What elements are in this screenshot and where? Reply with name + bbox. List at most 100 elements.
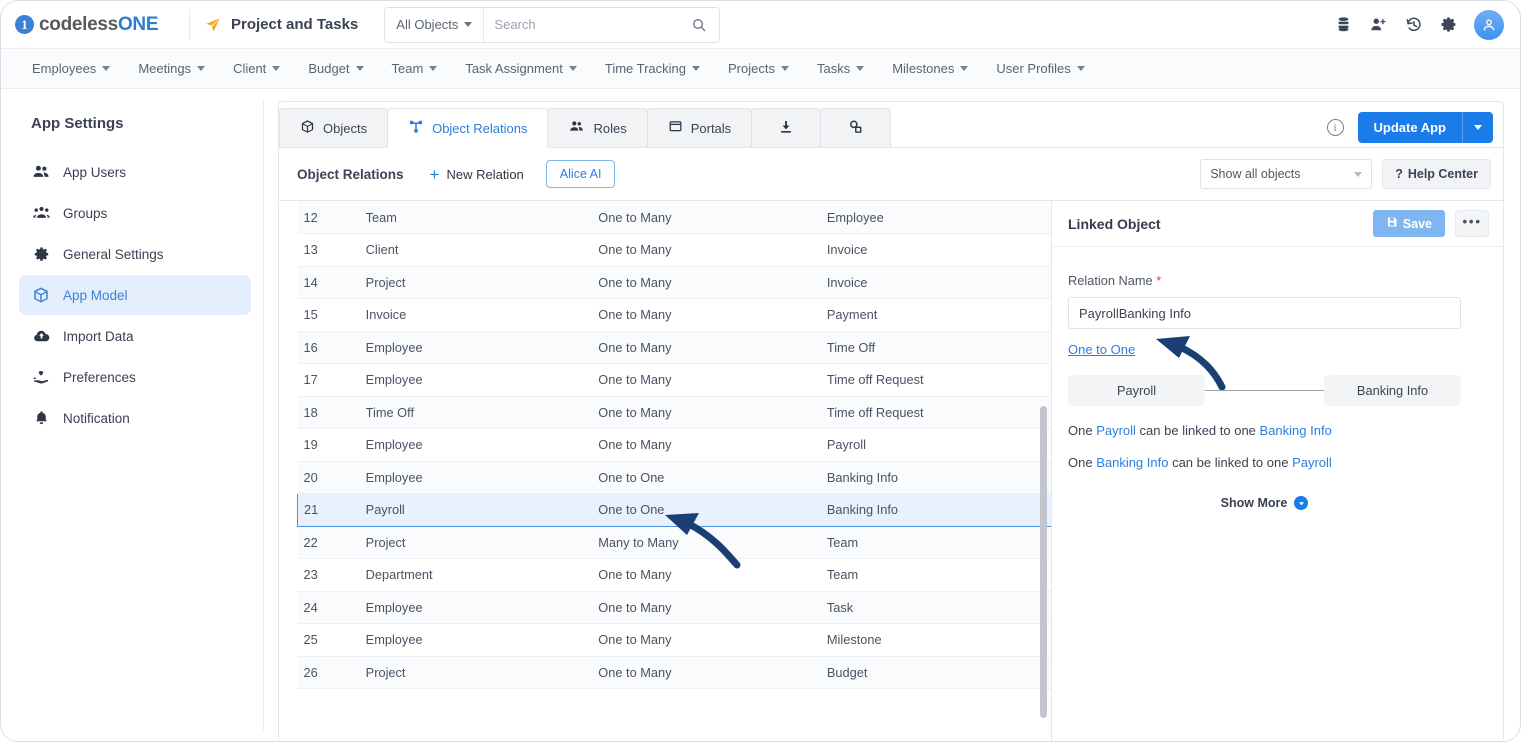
menu-item-user-profiles[interactable]: User Profiles [983,49,1097,89]
relation-type-cell[interactable]: One to Many [592,623,821,657]
diagram-right-box[interactable]: Banking Info [1324,375,1461,406]
diagram-left-box[interactable]: Payroll [1068,375,1205,406]
new-relation-button[interactable]: + New Relation [430,166,524,183]
search-scope-label: All Objects [396,17,459,32]
table-row[interactable]: 18 Time Off One to Many Time off Request [297,396,1051,429]
menu-item-tasks[interactable]: Tasks [804,49,877,89]
table-row[interactable]: 14 Project One to Many Invoice [297,266,1051,299]
sidebar-item-general-settings[interactable]: General Settings [19,234,251,274]
table-row[interactable]: 13 Client One to Many Invoice [297,233,1051,267]
relation-type-cell[interactable]: One to Many [592,298,821,332]
database-icon[interactable] [1335,16,1352,33]
table-row[interactable]: 24 Employee One to Many Task [297,591,1051,624]
app-title[interactable]: Project and Tasks [204,16,358,34]
table-row[interactable]: 15 Invoice One to Many Payment [297,298,1051,332]
chevron-down-icon [856,66,865,71]
relation-type-cell[interactable]: One to Many [592,396,821,429]
sentence-entity-b: Payroll [1292,455,1332,470]
relation-from-cell: Project [359,266,593,299]
menu-item-budget[interactable]: Budget [295,49,376,89]
search-input[interactable] [484,7,692,42]
tab-object-relations[interactable]: Object Relations [387,108,549,148]
relation-type-cell[interactable]: One to Many [592,331,821,364]
relation-to-cell: Payment [820,298,1051,332]
relation-name-input[interactable] [1068,297,1461,329]
relation-from-cell: Project [359,656,593,689]
search-scope-dropdown[interactable]: All Objects [385,7,485,42]
relation-type-cell[interactable]: One to Many [592,591,821,624]
relation-to-cell: Milestone [820,623,1051,657]
relation-type-cell[interactable]: One to Many [592,656,821,689]
menu-item-task-assignment[interactable]: Task Assignment [452,49,590,89]
table-row[interactable]: 16 Employee One to Many Time Off [297,331,1051,364]
relation-type-link[interactable]: One to One [1068,342,1135,357]
save-label: Save [1402,216,1432,231]
info-icon[interactable]: i [1326,119,1344,136]
table-row[interactable]: 25 Employee One to Many Milestone [297,623,1051,657]
table-row[interactable]: 22 Project Many to Many Team [297,526,1051,559]
relation-id-cell: 21 [296,493,360,527]
relation-type-cell[interactable]: One to One [592,461,821,494]
relation-type-cell[interactable]: One to Many [592,233,821,267]
help-center-button[interactable]: ? Help Center [1382,159,1491,189]
relation-to-cell: Time Off [820,331,1051,364]
vertical-scrollbar[interactable] [1040,406,1047,718]
alice-ai-label: Alice AI [559,167,602,181]
search-icon[interactable] [691,17,719,33]
tab-portals[interactable]: Portals [646,108,753,147]
more-options-icon: ••• [1462,213,1482,229]
avatar[interactable] [1474,9,1504,40]
table-row[interactable]: 23 Department One to Many Team [297,558,1051,592]
brand-name: codelessONE [39,14,159,36]
tab-objects[interactable]: Objects [279,108,389,147]
relations-table-scroll[interactable]: 12 Team One to Many Employee 13 Client One to … [279,201,1051,741]
alice-ai-button[interactable]: Alice AI [545,160,616,188]
table-row[interactable]: 20 Employee One to One Banking Info [297,461,1051,494]
relation-type-cell[interactable]: One to Many [592,558,821,592]
table-row[interactable]: 19 Employee One to Many Payroll [297,428,1051,462]
relation-type-cell[interactable]: One to Many [592,266,821,299]
menu-item-client[interactable]: Client [220,49,293,89]
tab-download[interactable] [751,108,822,147]
history-icon[interactable] [1405,16,1423,34]
sidebar-item-notification[interactable]: Notification [19,398,251,438]
sidebar-item-preferences[interactable]: Preferences [19,357,251,397]
relation-to-cell: Banking Info [820,461,1051,494]
tab-shapes[interactable] [820,108,892,147]
relation-type-cell[interactable]: One to Many [592,363,821,397]
menu-item-team[interactable]: Team [379,49,451,89]
relation-id-cell: 14 [297,266,360,299]
sidebar-item-import-data[interactable]: Import Data [19,316,251,356]
relation-type-cell[interactable]: One to Many [592,201,821,234]
object-filter-select[interactable]: Show all objects [1200,159,1373,189]
tab-roles[interactable]: Roles [547,108,648,147]
tab-label: Object Relations [432,120,528,136]
more-options-button[interactable]: ••• [1455,210,1489,237]
sidebar-item-app-model[interactable]: App Model [19,275,251,315]
update-app-dropdown[interactable] [1463,125,1493,130]
add-user-icon[interactable] [1369,16,1388,34]
gear-icon[interactable] [1440,16,1457,33]
section-title: Object Relations [297,166,404,182]
content-split: 12 Team One to Many Employee 13 Client One to … [279,200,1503,741]
menu-item-milestones[interactable]: Milestones [879,49,981,89]
relation-type-cell[interactable]: Many to Many [592,526,821,559]
show-more-button[interactable]: Show More [1068,496,1461,510]
relation-type-cell[interactable]: One to One [592,493,821,527]
table-row[interactable]: 21 Payroll One to One Banking Info [296,493,1051,527]
menu-item-employees[interactable]: Employees [19,49,123,89]
menu-item-meetings[interactable]: Meetings [125,49,218,89]
relation-type-cell[interactable]: One to Many [592,428,821,462]
brand-logo[interactable]: 1 codelessONE [15,14,187,36]
table-row[interactable]: 17 Employee One to Many Time off Request [297,363,1051,397]
save-button[interactable]: Save [1372,210,1445,237]
menu-item-time-tracking[interactable]: Time Tracking [592,49,713,89]
table-row[interactable]: 26 Project One to Many Budget [297,656,1051,689]
chevron-down-icon [429,66,438,71]
update-app-button[interactable]: Update App [1357,112,1493,143]
sidebar-item-groups[interactable]: Groups [19,193,251,233]
table-row[interactable]: 12 Team One to Many Employee [297,201,1051,234]
menu-item-projects[interactable]: Projects [715,49,802,89]
sidebar-item-app-users[interactable]: App Users [19,152,251,192]
relation-id-cell: 22 [297,526,360,559]
